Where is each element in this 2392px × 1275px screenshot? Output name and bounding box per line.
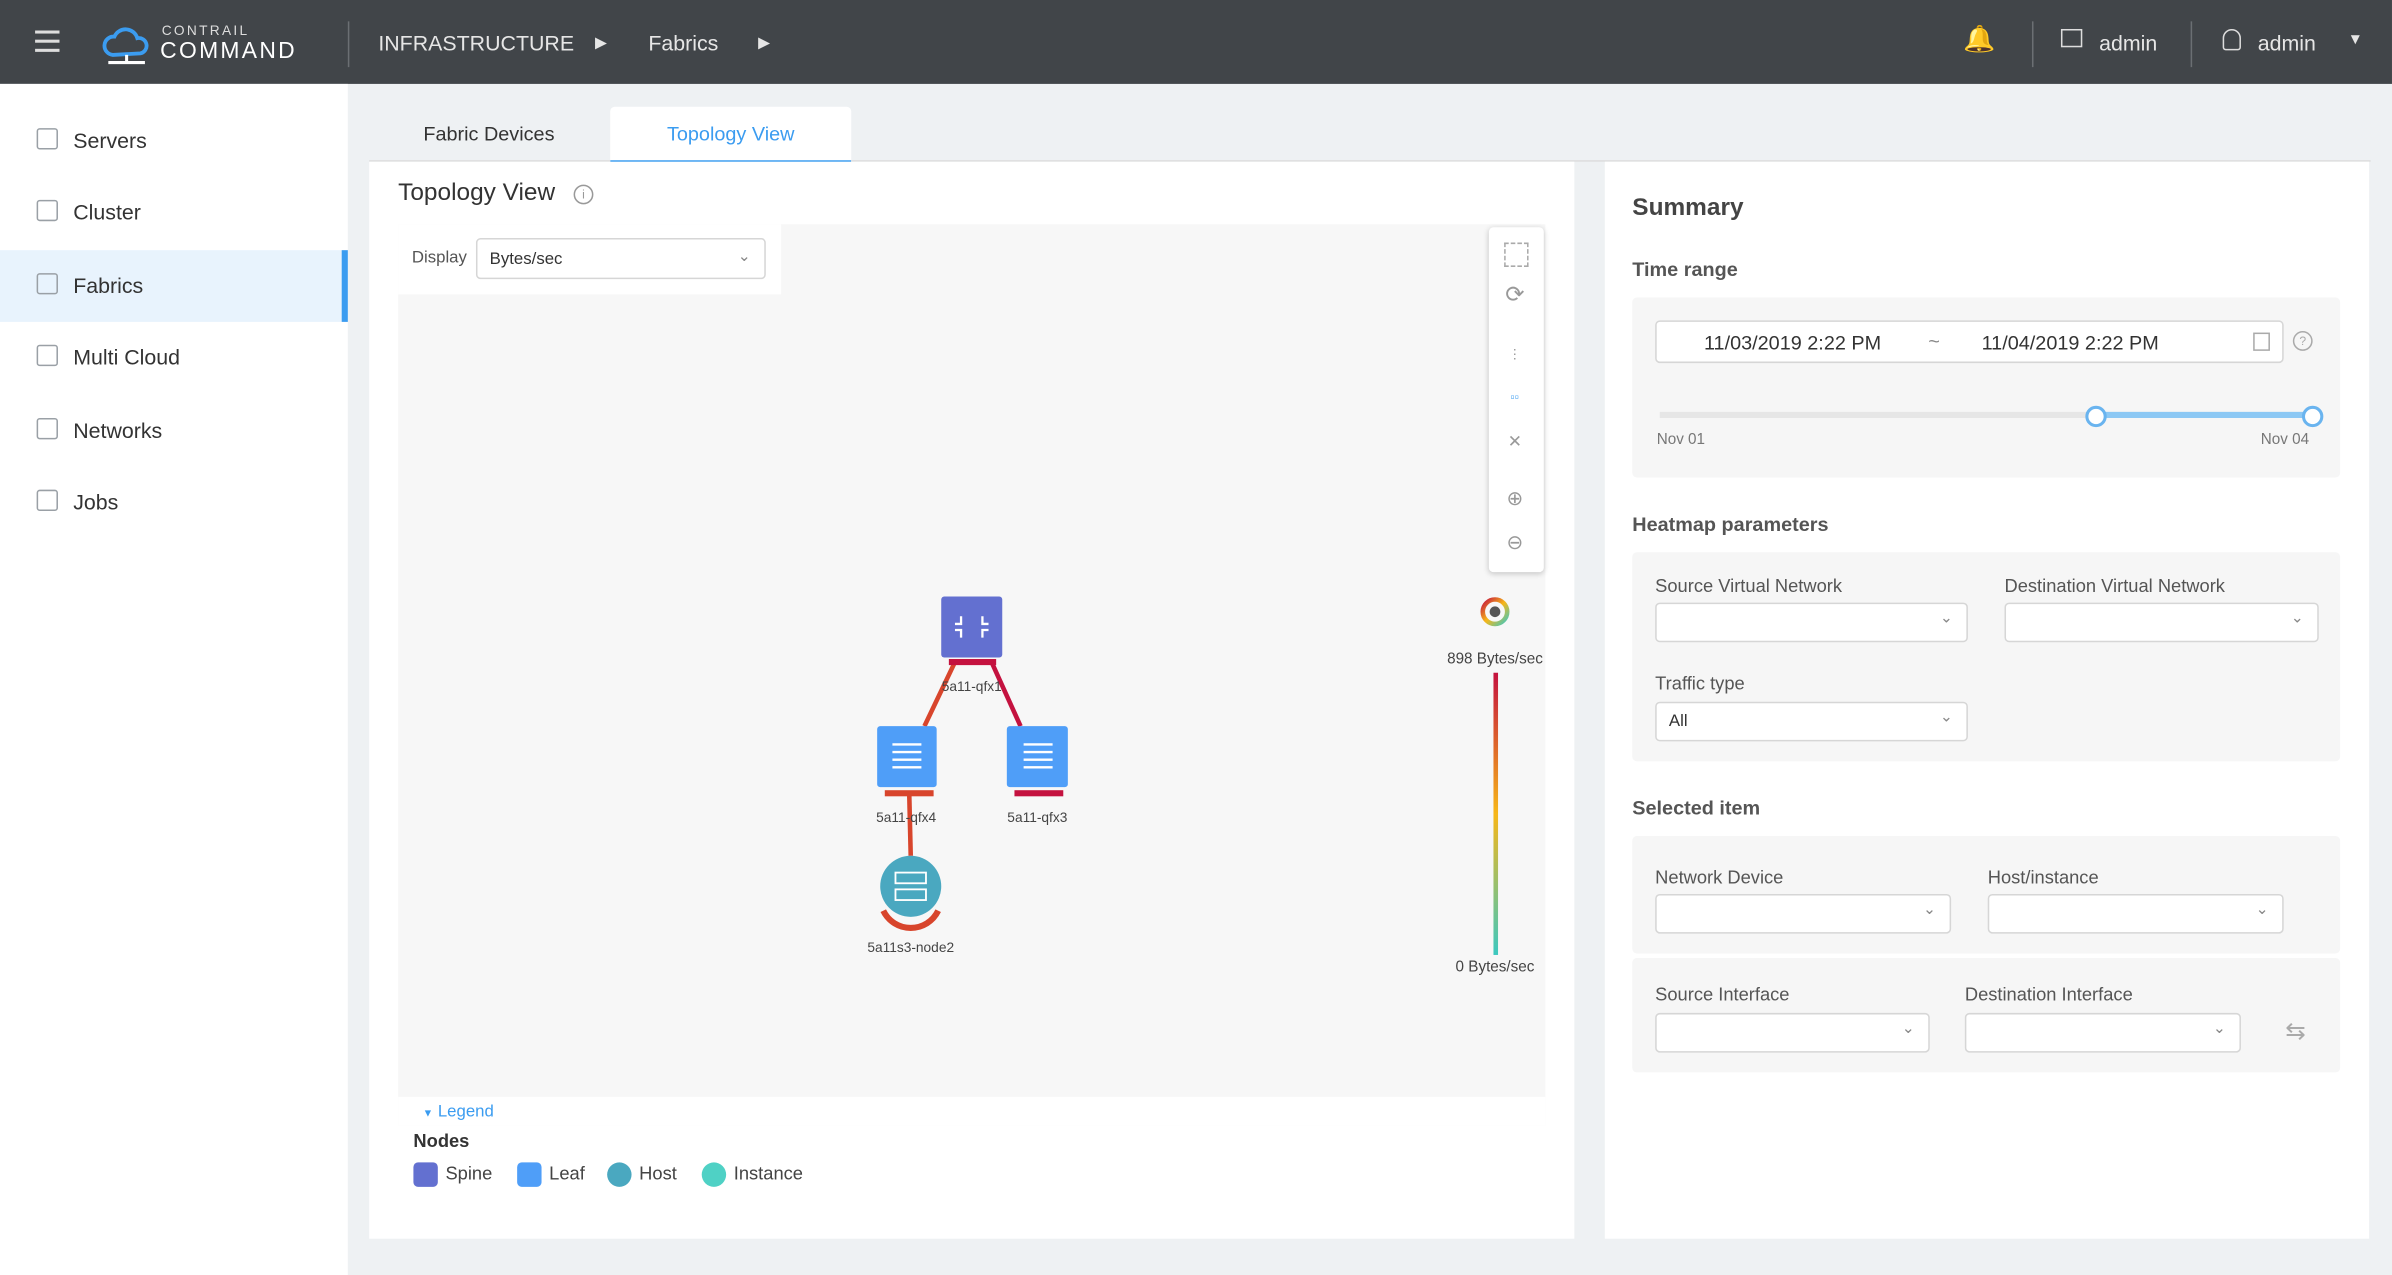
slider-start-label: Nov 01	[1656, 431, 1706, 449]
src-vn-label: Source Virtual Network	[1655, 575, 1843, 597]
legend-title: Nodes	[413, 1130, 470, 1152]
heatmap-scale-icon-dot	[1489, 606, 1501, 618]
legend-bar	[398, 1096, 1546, 1126]
source-interface-select[interactable]: ⌄	[1655, 1012, 1930, 1053]
network-device-select[interactable]: ⌄	[1655, 893, 1952, 934]
traffic-bar	[884, 790, 934, 797]
traffic-type-label: Traffic type	[1655, 672, 1745, 695]
summary-title: Summary	[1632, 195, 1744, 222]
src-vn-select[interactable]: ⌄	[1655, 602, 1968, 643]
traffic-type-select[interactable]: All ⌄	[1655, 701, 1968, 742]
chevron-down-icon: ⌄	[1939, 709, 1953, 727]
dst-vn-label: Destination Virtual Network	[2004, 575, 2225, 597]
legend-toggle-label: Legend	[437, 1102, 494, 1122]
network-device-label: Network Device	[1655, 866, 1784, 888]
instance-icon	[701, 1162, 727, 1187]
legend-item-leaf: Leaf	[517, 1162, 585, 1187]
range-separator: ~	[1928, 329, 1940, 353]
time-slider-range	[2094, 411, 2312, 418]
end-date: 11/04/2019 2:22 PM	[1981, 331, 2159, 354]
scale-min-label: 0 Bytes/sec	[1455, 959, 1535, 977]
chevron-down-icon: ⌄	[1939, 610, 1953, 627]
legend-label: Spine	[445, 1162, 493, 1185]
source-interface-label: Source Interface	[1655, 983, 1790, 1006]
spine-icon	[413, 1162, 438, 1187]
destination-interface-select[interactable]: ⌄	[1964, 1012, 2241, 1053]
legend-label: Leaf	[549, 1162, 585, 1185]
scale-max-label: 898 Bytes/sec	[1447, 651, 1543, 669]
chevron-down-icon: ⌄	[2290, 610, 2304, 627]
legend-label: Instance	[733, 1162, 803, 1185]
host-node[interactable]	[880, 855, 942, 917]
traffic-bar	[948, 659, 997, 666]
legend-item-spine: Spine	[413, 1162, 493, 1187]
spine-node[interactable]	[941, 596, 1003, 658]
swap-icon[interactable]: ⇆	[2285, 1016, 2305, 1047]
leaf-node[interactable]	[877, 726, 937, 788]
slider-start-handle[interactable]	[2085, 405, 2107, 428]
chevron-down-icon: ⌄	[2255, 901, 2269, 919]
heatmap-heading: Heatmap parameters	[1632, 512, 1829, 536]
legend-toggle[interactable]: ▼ Legend	[423, 1103, 494, 1121]
slider-end-handle[interactable]	[2301, 405, 2324, 428]
traffic-type-value: All	[1668, 712, 1688, 731]
chevron-down-icon: ⌄	[2212, 1020, 2226, 1038]
help-icon[interactable]: ?	[2292, 331, 2313, 351]
host-instance-select[interactable]: ⌄	[1987, 893, 2284, 934]
traffic-bar	[1014, 790, 1064, 797]
node-label: 5a11-qfx4	[876, 810, 937, 826]
legend-label: Host	[639, 1162, 677, 1185]
node-label: 5a11s3-node2	[867, 939, 955, 955]
time-range-heading: Time range	[1632, 257, 1738, 281]
dst-vn-select[interactable]: ⌄	[2004, 602, 2319, 643]
leaf-icon	[517, 1162, 542, 1187]
host-icon	[607, 1162, 632, 1187]
heatmap-gradient-bar	[1493, 672, 1499, 955]
chevron-down-icon: ⌄	[1901, 1020, 1915, 1038]
legend-item-instance: Instance	[701, 1162, 803, 1187]
chevron-down-icon: ⌄	[1923, 901, 1936, 919]
host-instance-label: Host/instance	[1987, 866, 2099, 888]
caret-down-icon: ▼	[422, 1109, 434, 1120]
date-range-input[interactable]: 11/03/2019 2:22 PM ~ 11/04/2019 2:22 PM	[1655, 320, 2284, 364]
selected-item-heading: Selected item	[1632, 796, 1761, 820]
calendar-icon[interactable]	[2253, 332, 2270, 351]
node-label: 5a11-qfx3	[1007, 810, 1068, 826]
slider-end-label: Nov 04	[2260, 431, 2310, 449]
legend-item-host: Host	[607, 1162, 677, 1187]
start-date: 11/03/2019 2:22 PM	[1703, 331, 1882, 354]
leaf-node[interactable]	[1006, 726, 1068, 788]
node-label: 5a11-qfx1	[941, 678, 1002, 695]
destination-interface-label: Destination Interface	[1964, 983, 2133, 1006]
